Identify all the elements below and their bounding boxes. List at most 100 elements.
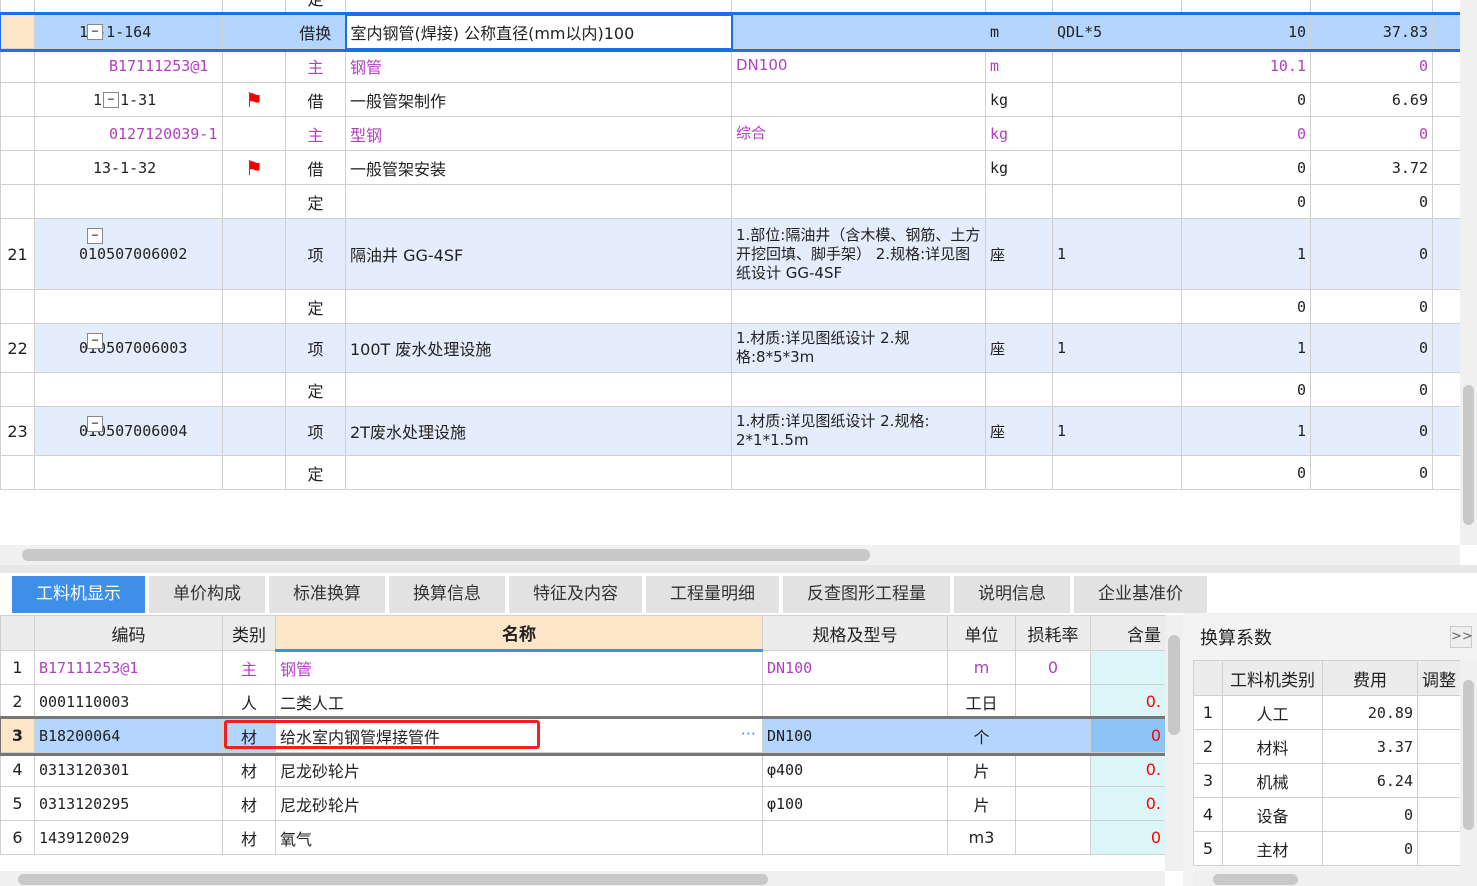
item-code[interactable]: −10-1-164 [34, 14, 223, 49]
loss-rate[interactable] [1015, 684, 1091, 719]
item-code[interactable] [34, 372, 223, 407]
quantity-expression[interactable] [1052, 48, 1182, 83]
item-code[interactable]: −010507006003 [34, 323, 223, 373]
resource-code[interactable]: 1439120029 [34, 820, 223, 855]
resource-amount[interactable]: 0 [1090, 820, 1166, 855]
top-horizontal-scrollbar[interactable] [0, 545, 1460, 565]
item-code[interactable] [34, 455, 223, 490]
quantity-expression[interactable]: QDL*5 [1052, 14, 1182, 49]
table-row[interactable]: 1 人工 20.89 [1193, 695, 1461, 730]
column-header[interactable]: 费用 [1322, 660, 1418, 696]
resource-spec[interactable]: DN100 [762, 718, 948, 753]
tab-0[interactable]: 工料机显示 [12, 576, 145, 613]
resource-amount[interactable]: 0 [1090, 718, 1166, 753]
item-name[interactable]: 隔油井 GG-4SF [345, 218, 732, 290]
bottom-horizontal-scrollbar[interactable] [0, 871, 1165, 886]
quantity-expression[interactable] [1052, 82, 1182, 117]
item-quantity[interactable]: 0 [1181, 82, 1311, 117]
resource-amount[interactable]: 0. [1090, 752, 1166, 787]
item-feature[interactable] [731, 184, 986, 219]
column-header[interactable]: 规格及型号 [762, 615, 948, 651]
resource-code[interactable]: 0313120295 [34, 786, 223, 821]
table-row[interactable]: 定 00 [0, 372, 1461, 407]
quantity-expression[interactable] [1052, 372, 1182, 407]
column-header[interactable]: 工料机类别 [1222, 660, 1323, 696]
resource-code[interactable]: 0313120301 [34, 752, 223, 787]
resource-name[interactable]: 氧气 [275, 820, 763, 855]
quantity-expression[interactable] [1052, 116, 1182, 151]
item-quantity[interactable]: 0 [1181, 116, 1311, 151]
tab-2[interactable]: 标准换算 [269, 576, 385, 613]
table-row[interactable]: 定 00 [0, 289, 1461, 324]
side-horizontal-scrollbar[interactable] [1193, 871, 1477, 886]
quantity-expression[interactable] [1052, 455, 1182, 490]
adjust-cell[interactable] [1417, 763, 1461, 798]
quantity-expression[interactable] [1052, 184, 1182, 219]
item-name[interactable] [345, 289, 732, 324]
column-header[interactable]: 调整 [1417, 660, 1461, 696]
item-quantity[interactable]: 0 [1181, 184, 1311, 219]
quantity-expression[interactable]: 1 [1052, 323, 1182, 373]
item-code[interactable]: 0127120039-1 [34, 116, 223, 151]
column-header[interactable]: 名称 [275, 615, 763, 652]
table-row[interactable]: B17111253@1 主钢管 DN100 m 10.1 0 [0, 48, 1461, 83]
item-name[interactable] [345, 372, 732, 407]
item-feature[interactable] [731, 372, 986, 407]
adjust-cell[interactable] [1417, 797, 1461, 832]
item-code[interactable] [34, 289, 223, 324]
item-code[interactable]: −010507006002 [34, 218, 223, 290]
table-row[interactable]: 2 0001110003 人二类人工 工日 0. [0, 684, 1166, 719]
tab-5[interactable]: 工程量明细 [646, 576, 779, 613]
item-quantity[interactable]: 10.1 [1181, 48, 1311, 83]
column-header[interactable]: 编码 [34, 615, 223, 651]
tab-6[interactable]: 反查图形工程量 [783, 576, 950, 613]
item-quantity[interactable]: 1 [1181, 323, 1311, 373]
item-quantity[interactable]: 1 [1181, 218, 1311, 290]
column-header[interactable] [0, 615, 35, 651]
item-name[interactable]: 一般管架制作 [345, 82, 732, 117]
item-quantity[interactable]: 0 [1181, 372, 1311, 407]
item-feature[interactable] [731, 150, 986, 185]
item-feature[interactable]: 1.材质:详见图纸设计 2.规格: 2*1*1.5m [731, 406, 986, 456]
item-feature[interactable] [731, 289, 986, 324]
quantity-expression[interactable] [1052, 289, 1182, 324]
resource-amount[interactable]: 0. [1090, 684, 1166, 719]
quantity-expression[interactable] [1052, 150, 1182, 185]
tab-1[interactable]: 单价构成 [149, 576, 265, 613]
column-header[interactable]: 损耗率 [1015, 615, 1091, 651]
resource-spec[interactable]: φ400 [762, 752, 948, 787]
resource-name[interactable]: 尼龙砂轮片 [275, 752, 763, 787]
table-row[interactable]: 3 B18200064 材给水室内钢管焊接管件 ··· DN100 个 0 [0, 715, 1169, 756]
table-row[interactable]: 5 0313120295 材尼龙砂轮片 φ100 片 0. [0, 786, 1166, 821]
resource-amount[interactable] [1090, 650, 1166, 685]
table-row[interactable]: 13-1-32 ⚑ 借一般管架安装 kg 0 3.72 [0, 150, 1461, 185]
item-code[interactable] [34, 184, 223, 219]
resource-spec[interactable] [762, 820, 948, 855]
item-quantity[interactable]: 0 [1181, 455, 1311, 490]
top-vertical-scrollbar[interactable] [1460, 0, 1477, 545]
item-feature[interactable] [731, 82, 986, 117]
item-code[interactable]: B17111253@1 [34, 48, 223, 83]
collapse-icon[interactable]: − [87, 416, 103, 432]
table-row[interactable]: 22−010507006003 项 100T 废水处理设施 1.材质:详见图纸设计 2… [0, 323, 1461, 373]
loss-rate[interactable]: 0 [1015, 650, 1091, 685]
adjust-cell[interactable] [1417, 695, 1461, 730]
item-code[interactable]: 13-1-32 [34, 150, 223, 185]
item-name[interactable]: 钢管 [345, 48, 732, 83]
collapse-icon[interactable]: − [87, 333, 103, 349]
collapse-icon[interactable]: − [103, 92, 119, 108]
resource-code[interactable]: B18200064 [34, 718, 223, 753]
resource-code[interactable]: 0001110003 [34, 684, 223, 719]
item-code[interactable]: −13-1-31 [34, 82, 223, 117]
tab-7[interactable]: 说明信息 [954, 576, 1070, 613]
table-row[interactable]: 1 B17111253@1 主钢管 DN100 m 0 [0, 650, 1166, 685]
item-quantity[interactable]: 0 [1181, 150, 1311, 185]
table-row[interactable]: 4 0313120301 材尼龙砂轮片 φ400 片 0. [0, 752, 1166, 787]
loss-rate[interactable] [1015, 752, 1091, 787]
resource-name[interactable]: 钢管 [275, 650, 763, 685]
column-header[interactable]: 类别 [222, 615, 276, 651]
table-row[interactable]: 4 设备 0 [1193, 797, 1461, 832]
loss-rate[interactable] [1015, 820, 1091, 855]
item-quantity[interactable]: 0 [1181, 289, 1311, 324]
resource-spec[interactable]: φ100 [762, 786, 948, 821]
